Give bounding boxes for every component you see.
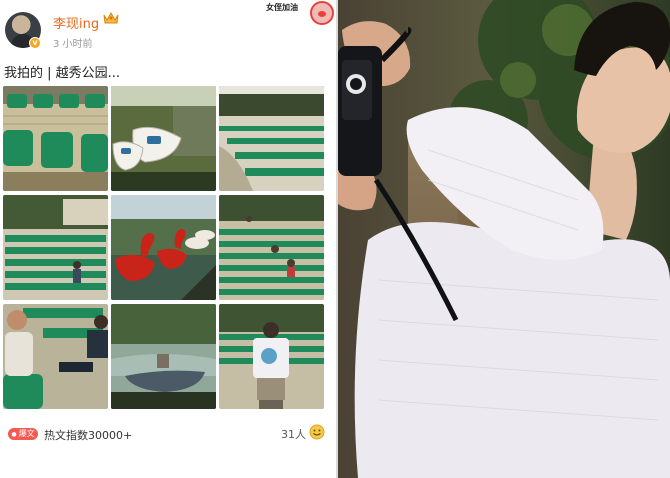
- photo-stadium-stands[interactable]: [219, 86, 324, 191]
- photo-swan-boats[interactable]: [111, 195, 216, 300]
- username[interactable]: 李现ing: [53, 13, 99, 32]
- photo-pedal-boats[interactable]: [111, 86, 216, 191]
- like-count: 31人: [281, 428, 306, 441]
- photo-photographer: [338, 0, 670, 478]
- cat-sticker-icon: 女侄加油: [258, 1, 334, 25]
- sticker-text: 女侄加油: [266, 3, 298, 12]
- photo-seat-rows[interactable]: [3, 195, 108, 300]
- photo-stadium-seats[interactable]: [3, 86, 108, 191]
- heat-index: 热文指数30000+: [44, 429, 133, 442]
- photo-stadium-people[interactable]: [219, 195, 324, 300]
- photo-lake-boat[interactable]: [111, 304, 216, 409]
- like-reaction-icon[interactable]: [309, 424, 325, 440]
- crown-icon: [103, 11, 119, 24]
- verified-badge: v: [29, 37, 41, 49]
- photo-man-sitting[interactable]: [3, 304, 108, 409]
- photo-man-standing[interactable]: [219, 304, 324, 409]
- weibo-post: v 李现ing 3 小时前 女侄加油 我拍的 | 越秀公园... ● 爆文 热文…: [0, 0, 336, 478]
- post-caption: 我拍的 | 越秀公园...: [4, 66, 121, 81]
- post-timestamp: 3 小时前: [53, 39, 93, 50]
- hot-badge-icon: 爆文: [8, 428, 38, 440]
- photo-grid: [3, 86, 325, 409]
